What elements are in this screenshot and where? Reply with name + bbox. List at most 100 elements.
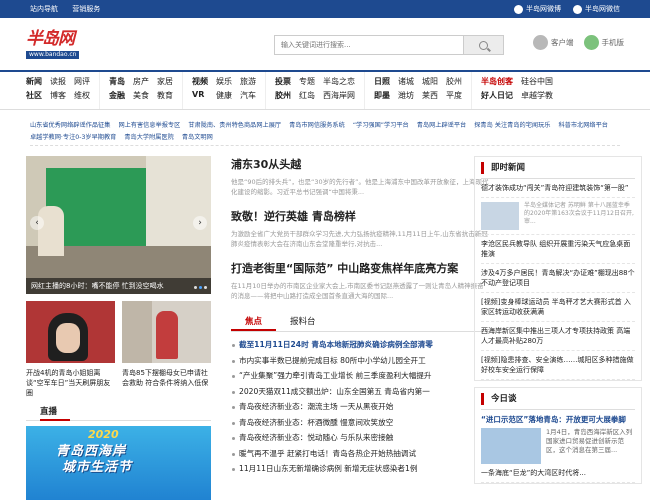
headline-summary: 他是“90后的排头兵”，也是“30岁的先行者”。他是上海浦东中国改革开放象征，上…	[231, 178, 489, 196]
headline-title[interactable]: 打造老街里“国际范” 中山路变焦样年底亮方案	[231, 260, 489, 276]
live-banner[interactable]: 2020 青岛西海岸 城市生活节	[26, 426, 211, 500]
nav-item[interactable]: 维权	[74, 90, 90, 101]
search-icon	[479, 40, 488, 50]
wechat-link[interactable]: 半岛网微信	[573, 4, 620, 14]
nav-item[interactable]: 美食	[133, 90, 149, 101]
nav-item[interactable]: 硅谷中国	[521, 76, 553, 87]
nav-item[interactable]: 房产	[133, 76, 149, 87]
nav-item[interactable]: 即墨	[374, 90, 390, 101]
today-more[interactable]: 一条海底“巨龙”的大湾区时代将...	[481, 464, 635, 483]
thumb-caption-2[interactable]: 青岛85下摆棚母女已申请社会救助 符合条件将纳入低保	[122, 368, 211, 388]
quick-link[interactable]: 青岛文明网	[182, 134, 213, 141]
quick-link[interactable]: “学习强国”学习平台	[353, 122, 409, 129]
quick-link[interactable]: 青岛大学附属医院	[124, 134, 174, 141]
photo-carousel[interactable]: ‹ › 网红主播的8小时：嘴不能停 忙到没空喝水	[26, 156, 211, 294]
nav-item[interactable]: 视频	[192, 76, 208, 87]
nav-item[interactable]: 教育	[157, 90, 173, 101]
nav-item[interactable]: 西海岸网	[323, 90, 355, 101]
quick-link[interactable]: 卓越学教网·专注0-3岁早期教育	[30, 134, 116, 141]
mobile-link[interactable]: 手机版	[583, 35, 624, 50]
list-item[interactable]: 市内实事半数已提前完成目标 80所中小学幼儿园全开工	[231, 353, 489, 369]
list-item[interactable]: 西海岸新区集中推出三项人才专项扶持政策 高端人才最高补贴280万	[481, 322, 635, 351]
headline-summary: 为激励全省广大党员干部群众学习先进,大力弘扬抗疫精神,11月11日上午,山东省抗…	[231, 230, 488, 248]
quick-link[interactable]: 甘肃陇南、贵州特色商品网上展厅	[188, 122, 281, 129]
nav-item[interactable]: 城阳	[422, 76, 438, 87]
list-item[interactable]: 涉及4万多户居民！青岛解决“办证难”棚现出88个不动产登记项目	[481, 264, 635, 293]
quick-link[interactable]: 青岛市网信服务系统	[289, 122, 345, 129]
search-box	[274, 35, 504, 55]
nav-item[interactable]: 好人日记	[481, 90, 513, 101]
nav-item[interactable]: 日照	[374, 76, 390, 87]
headline-title[interactable]: 致敬！逆行英雄 青岛榜样	[231, 208, 489, 224]
nav-item[interactable]: 博客	[50, 90, 66, 101]
list-item[interactable]: 李沧区民兵教导队 组织开展重污染天气应急桌面推演	[481, 235, 635, 264]
nav-item[interactable]: 红岛	[299, 90, 315, 101]
list-item[interactable]: 青岛夜经济新业态：杯酒微醺 慢意间欢笑放空	[231, 415, 489, 431]
quick-link[interactable]: 科普市北网络平台	[558, 122, 608, 129]
nav-item[interactable]: 青岛	[109, 76, 125, 87]
list-item[interactable]: 暖气再不温乎 赶紧打电话！青岛各热企开始热抽调试	[231, 446, 489, 462]
nav-item[interactable]: 旅游	[240, 76, 256, 87]
today-thumbnail[interactable]	[481, 428, 541, 464]
quick-link[interactable]: 探青岛 关注青岛的宅闻玩乐	[474, 122, 550, 129]
nav-item[interactable]: 潍坊	[398, 90, 414, 101]
list-item[interactable]: 2020天猫双11成交额出炉：山东全国第五 青岛省内第一	[231, 384, 489, 400]
list-item[interactable]: 青岛夜经济新业态：潮流主场 一天从黑夜开始	[231, 399, 489, 415]
list-item[interactable]: 截至11月11日24时 青岛本地新冠肺炎确诊病例全部清零	[231, 337, 489, 353]
list-item[interactable]: 11月11日山东无新增确诊病例 新增无症状感染者1例	[231, 461, 489, 477]
nav-item[interactable]: 半岛创客	[481, 76, 513, 87]
nav-item[interactable]: 专题	[299, 76, 315, 87]
site-nav-link[interactable]: 站内导航	[30, 5, 58, 13]
list-item[interactable]: 德才装饰成功“闯关”青岛符迎建筑装饰“第一股”	[481, 179, 635, 198]
nav-item[interactable]: 胶州	[446, 76, 462, 87]
nav-item[interactable]: 莱西	[422, 90, 438, 101]
wechat-icon	[573, 4, 582, 14]
list-item[interactable]: [视频]隐患排查、安全演练……城阳区多种措施做好校车安全运行保障	[481, 351, 635, 380]
thumb-caption-1[interactable]: 开战4机的青岛小姐姐离谈“空军车日”当天刷屏朋友圈	[26, 368, 115, 398]
nav-item[interactable]: 健康	[216, 90, 232, 101]
quick-link[interactable]: 山东省优秀网络辟谣作品征集	[30, 122, 110, 129]
carousel-prev-button[interactable]: ‹	[30, 216, 44, 230]
nav-item[interactable]: 平度	[446, 90, 462, 101]
search-input[interactable]	[275, 36, 463, 54]
site-logo[interactable]: 半岛网 www.bandao.cn	[26, 29, 104, 59]
nav-item[interactable]: 金融	[109, 90, 125, 101]
today-row: 1月4日，青岛西海岸新区入列国家进口贸易促进创新示范区，这个消息在第三届...	[481, 428, 635, 464]
nav-item[interactable]: 社区	[26, 90, 42, 101]
marketing-link[interactable]: 营销服务	[72, 5, 100, 13]
list-item[interactable]: [视频]变身棒球运动员 半岛秤才艺大赛形式首 入家区转运动收获满满	[481, 293, 635, 322]
carousel-next-button[interactable]: ›	[193, 216, 207, 230]
weibo-link[interactable]: 半岛网微博	[514, 4, 561, 14]
headline-title[interactable]: 浦东30从头越	[231, 156, 489, 172]
today-headline[interactable]: “进口示范区”落地青岛：开放更可大展拳脚	[481, 410, 635, 428]
nav-group: 投票 专题 半岛之恋胶州 红岛 西海岸网	[275, 72, 365, 109]
nav-item[interactable]: VR	[192, 90, 208, 101]
search-button[interactable]	[463, 36, 503, 54]
nav-item[interactable]: 网评	[74, 76, 90, 87]
nav-item[interactable]: 卓越学教	[521, 90, 553, 101]
carousel-dot[interactable]	[194, 286, 197, 289]
quick-link[interactable]: 网上有害信息举报专区	[118, 122, 180, 129]
carousel-dot[interactable]	[204, 286, 207, 289]
quick-link[interactable]: 青岛网上辟谣平台	[417, 122, 467, 129]
nav-item[interactable]: 读报	[50, 76, 66, 87]
list-item[interactable]: 青岛夜经济新业态：悦动随心 与乐队来密接触	[231, 430, 489, 446]
nav-item[interactable]: 娱乐	[216, 76, 232, 87]
tab-tipoff[interactable]: 报料台	[276, 312, 330, 331]
app-link[interactable]: 客户端	[533, 35, 574, 50]
nav-item[interactable]: 半岛之恋	[323, 76, 355, 87]
main-nav: 新闻 读报 网评社区 博客 维权 青岛 房产 家居金融 美食 教育 视频 娱乐 旅游 VR 健康 汽车 投票 专题…	[0, 70, 650, 110]
nav-item[interactable]: 诸城	[398, 76, 414, 87]
tab-focus[interactable]: 焦点	[231, 312, 277, 331]
thumb-image-2[interactable]	[122, 301, 211, 363]
carousel-caption[interactable]: 网红主播的8小时：嘴不能停 忙到没空喝水	[26, 278, 211, 294]
nav-item[interactable]: 投票	[275, 76, 291, 87]
nav-item[interactable]: 家居	[157, 76, 173, 87]
nav-item[interactable]: 新闻	[26, 76, 42, 87]
list-item[interactable]: 半岛全媒体记者 苏明鲜 第十八届蓝幸季的2020年第163次会议于11月12日召…	[481, 198, 635, 235]
list-item[interactable]: “产业集聚”强力牵引青岛工业增长 前三季度盈利大幅提升	[231, 368, 489, 384]
nav-item[interactable]: 汽车	[240, 90, 256, 101]
carousel-dot-active[interactable]	[199, 286, 202, 289]
nav-item[interactable]: 胶州	[275, 90, 291, 101]
thumb-image-1[interactable]	[26, 301, 115, 363]
